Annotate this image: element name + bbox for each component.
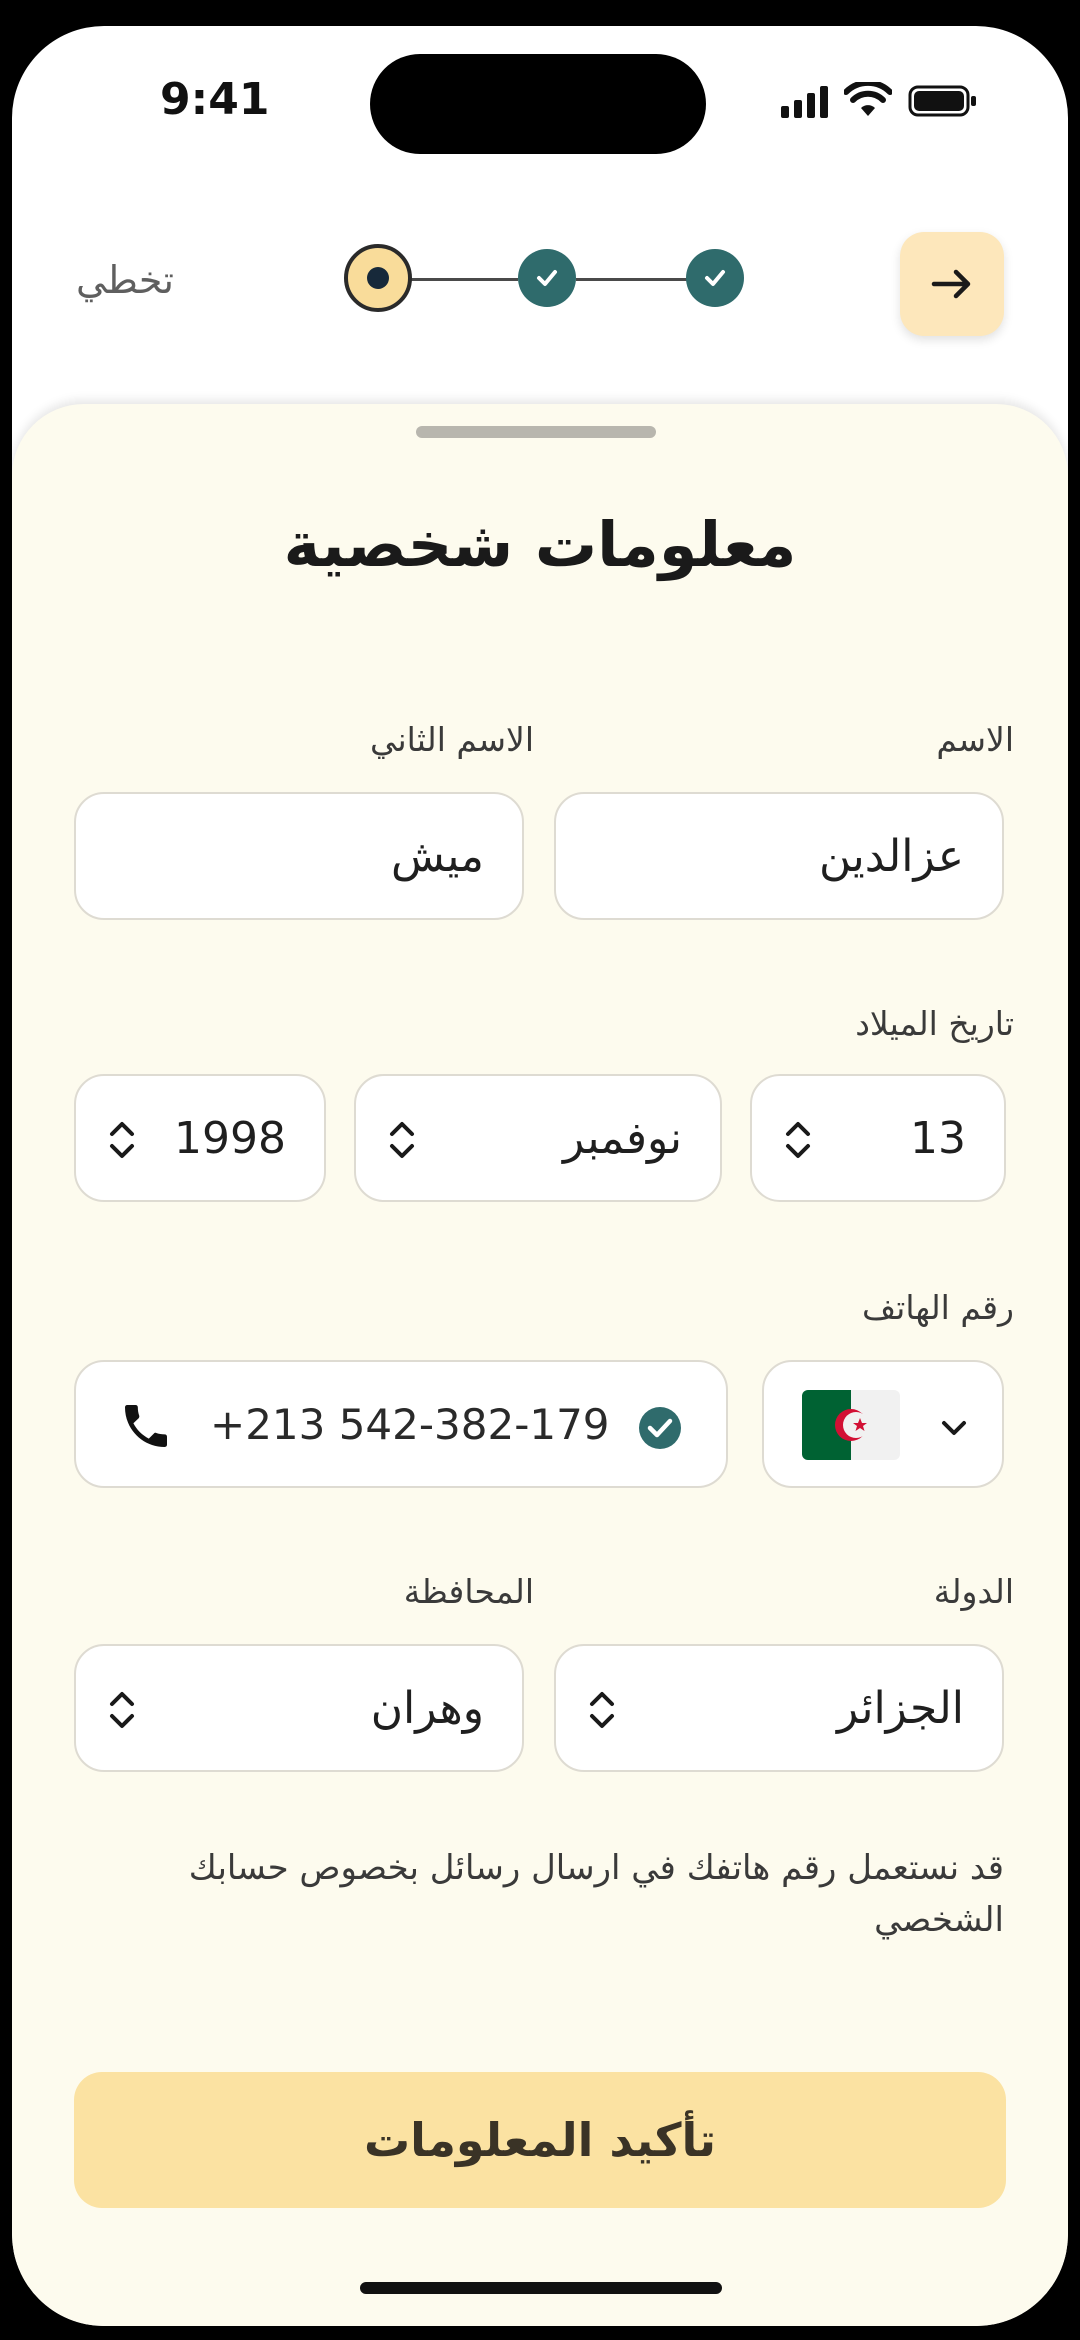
- phone-number-input[interactable]: +213 542-382-179: [74, 1360, 728, 1488]
- first-name-value: عزالدين: [819, 830, 964, 882]
- drag-handle[interactable]: [416, 426, 656, 438]
- page-title: معلومات شخصية: [283, 508, 797, 581]
- skip-button[interactable]: تخطي: [76, 258, 174, 302]
- step-completed: [518, 249, 576, 307]
- up-down-chevron-icon: [110, 1122, 134, 1158]
- dynamic-island: [370, 54, 706, 154]
- country-value: الجزائر: [836, 1682, 964, 1734]
- last-name-field[interactable]: ميش: [74, 792, 524, 920]
- battery-icon: [908, 85, 976, 117]
- up-down-chevron-icon: [110, 1692, 134, 1728]
- next-button[interactable]: [900, 232, 1004, 336]
- birth-date-label: تاريخ الميلاد: [855, 1004, 1014, 1043]
- last-name-value: ميش: [391, 830, 484, 882]
- last-name-label: الاسم الثاني: [369, 720, 534, 759]
- up-down-chevron-icon: [390, 1122, 414, 1158]
- birth-year-select[interactable]: 1998: [74, 1074, 326, 1202]
- status-bar: 9:41: [12, 26, 1068, 176]
- first-name-label: الاسم: [936, 720, 1014, 759]
- status-time: 9:41: [160, 74, 270, 125]
- phone-icon: [125, 1405, 167, 1447]
- bottom-sheet: معلومات شخصية الاسم الاسم الثاني عزالدين…: [12, 404, 1068, 2326]
- verified-check-icon: [639, 1407, 681, 1449]
- phone-usage-note: قد نستعمل رقم هاتفك في ارسال رسائل بخصوص…: [188, 1848, 1004, 1940]
- chevron-down-icon: [942, 1421, 966, 1435]
- step-connector: [410, 278, 518, 281]
- home-indicator[interactable]: [360, 2282, 722, 2294]
- first-name-field[interactable]: عزالدين: [554, 792, 1004, 920]
- wifi-icon: [844, 82, 892, 116]
- check-icon: [705, 270, 725, 286]
- country-select[interactable]: الجزائر: [554, 1644, 1004, 1772]
- birth-year-value: 1998: [174, 1112, 286, 1164]
- country-code-select[interactable]: [762, 1360, 1004, 1488]
- signal-icon: [781, 84, 828, 118]
- province-value: وهران: [370, 1682, 484, 1734]
- phone-label: رقم الهاتف: [862, 1288, 1014, 1327]
- algeria-flag-icon: [802, 1390, 900, 1460]
- check-icon: [537, 270, 557, 286]
- top-navigation: تخطي: [12, 226, 1068, 336]
- step-connector: [576, 278, 688, 281]
- up-down-chevron-icon: [590, 1692, 614, 1728]
- province-label: المحافظة: [403, 1572, 534, 1611]
- birth-day-value: 13: [910, 1112, 966, 1164]
- country-label: الدولة: [933, 1572, 1014, 1611]
- confirm-button[interactable]: تأكيد المعلومات: [74, 2072, 1006, 2208]
- progress-stepper: [344, 244, 754, 314]
- arrow-right-icon: [931, 269, 971, 299]
- phone-screen: 9:41 تخطي معلومات شخصية الاسم الاسم الثا…: [12, 26, 1068, 2326]
- up-down-chevron-icon: [786, 1122, 810, 1158]
- status-icons: [781, 82, 978, 118]
- birth-day-select[interactable]: 13: [750, 1074, 1006, 1202]
- birth-month-value: نوفمبر: [562, 1112, 682, 1164]
- phone-number-value: +213 542-382-179: [210, 1399, 610, 1449]
- birth-month-select[interactable]: نوفمبر: [354, 1074, 722, 1202]
- province-select[interactable]: وهران: [74, 1644, 524, 1772]
- step-completed: [686, 249, 744, 307]
- current-step-dot: [367, 267, 389, 289]
- step-current: [344, 244, 412, 312]
